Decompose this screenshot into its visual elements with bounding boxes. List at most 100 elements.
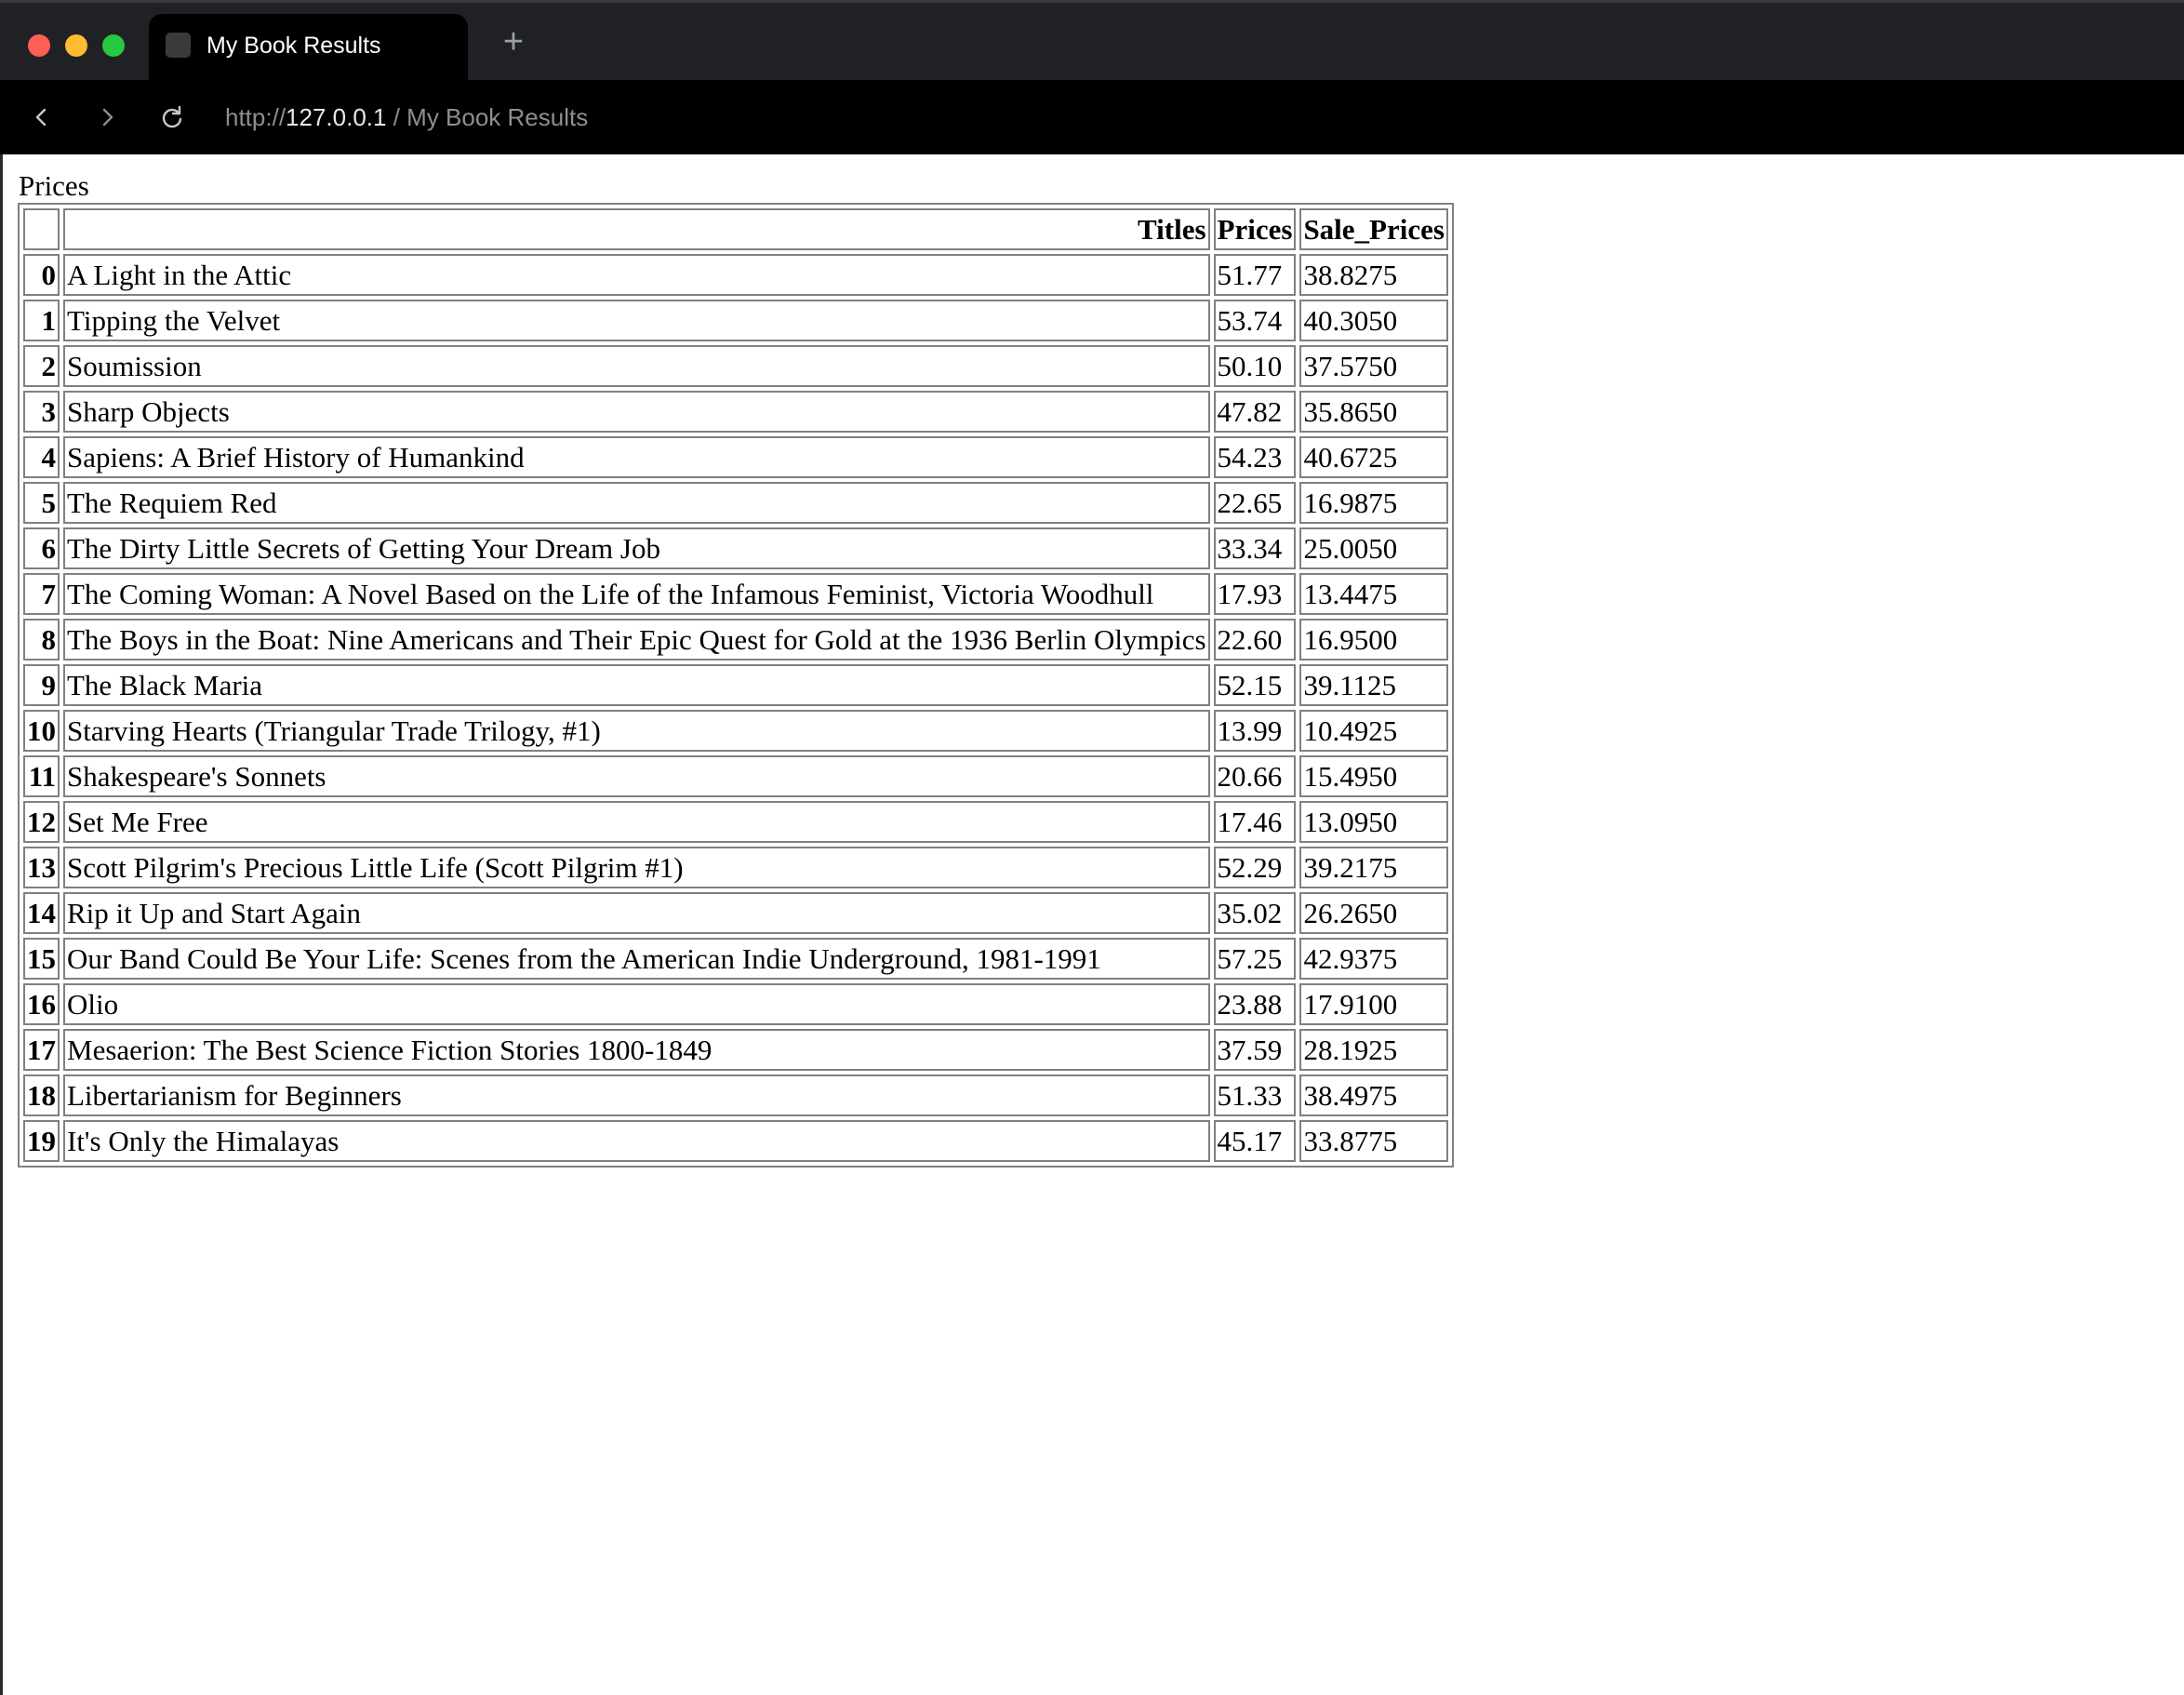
browser-toolbar: http://127.0.0.1 / My Book Results bbox=[0, 80, 2184, 154]
forward-button[interactable] bbox=[88, 99, 126, 136]
row-index: 19 bbox=[23, 1120, 60, 1162]
table-row: 14 Rip it Up and Start Again 35.02 26.2650 bbox=[23, 892, 1448, 934]
tab-bar: My Book Results + bbox=[0, 0, 2184, 83]
price-cell: 17.93 bbox=[1213, 573, 1297, 615]
sale-price-cell: 39.2175 bbox=[1299, 847, 1448, 888]
price-cell: 17.46 bbox=[1213, 801, 1297, 843]
reload-icon bbox=[162, 105, 182, 128]
row-index: 13 bbox=[23, 847, 60, 888]
table-row: 12 Set Me Free 17.46 13.0950 bbox=[23, 801, 1448, 843]
sale-price-cell: 16.9500 bbox=[1299, 619, 1448, 661]
price-cell: 52.29 bbox=[1213, 847, 1297, 888]
price-cell: 22.60 bbox=[1213, 619, 1297, 661]
table-row: 7 The Coming Woman: A Novel Based on the … bbox=[23, 573, 1448, 615]
titles-header: Titles bbox=[63, 208, 1210, 250]
back-button[interactable] bbox=[23, 99, 60, 136]
sale-price-cell: 13.4475 bbox=[1299, 573, 1448, 615]
title-cell: Our Band Could Be Your Life: Scenes from… bbox=[63, 938, 1210, 980]
table-row: 3 Sharp Objects 47.82 35.8650 bbox=[23, 391, 1448, 433]
window-edge bbox=[0, 154, 3, 1695]
price-cell: 57.25 bbox=[1213, 938, 1297, 980]
sale-price-cell: 39.1125 bbox=[1299, 664, 1448, 706]
title-cell: Tipping the Velvet bbox=[63, 300, 1210, 341]
address-bar[interactable]: http://127.0.0.1 / My Book Results bbox=[225, 100, 588, 134]
table-row: 15 Our Band Could Be Your Life: Scenes fr… bbox=[23, 938, 1448, 980]
page-content: Prices Titles Prices Sale_Prices 0A Ligh… bbox=[18, 167, 1454, 1168]
sale-price-cell: 28.1925 bbox=[1299, 1029, 1448, 1071]
row-index: 9 bbox=[23, 664, 60, 706]
sale-price-cell: 38.4975 bbox=[1299, 1074, 1448, 1116]
table-row: 16 Olio 23.88 17.9100 bbox=[23, 983, 1448, 1025]
table-row: 8 The Boys in the Boat: Nine Americans an… bbox=[23, 619, 1448, 661]
table-row: 18 Libertarianism for Beginners 51.33 38.49… bbox=[23, 1074, 1448, 1116]
table-body: 0A Light in the Attic 51.77 38.8275 1 Tippin… bbox=[23, 254, 1448, 1162]
reload-button[interactable] bbox=[153, 99, 191, 136]
row-index: 15 bbox=[23, 938, 60, 980]
sale-price-cell: 37.5750 bbox=[1299, 345, 1448, 387]
table-row: 1 Tipping the Velvet 53.74 40.3050 bbox=[23, 300, 1448, 341]
sale-price-cell: 13.0950 bbox=[1299, 801, 1448, 843]
new-tab-button[interactable]: + bbox=[499, 23, 528, 60]
sale-price-cell: 17.9100 bbox=[1299, 983, 1448, 1025]
back-icon bbox=[35, 108, 47, 127]
table-row: 4 Sapiens: A Brief History of Humankind 54… bbox=[23, 436, 1448, 478]
table-row: 5 The Requiem Red 22.65 16.9875 bbox=[23, 482, 1448, 524]
title-cell: It's Only the Himalayas bbox=[63, 1120, 1210, 1162]
price-cell: 37.59 bbox=[1213, 1029, 1297, 1071]
row-index: 0 bbox=[23, 254, 60, 296]
title-cell: Libertarianism for Beginners bbox=[63, 1074, 1210, 1116]
table-row: 9 The Black Maria 52.15 39.1125 bbox=[23, 664, 1448, 706]
row-index: 14 bbox=[23, 892, 60, 934]
url-scheme: http:// bbox=[225, 103, 286, 131]
price-cell: 51.33 bbox=[1213, 1074, 1297, 1116]
url-host: 127.0.0.1 bbox=[286, 103, 387, 131]
forward-icon bbox=[102, 108, 113, 127]
price-cell: 54.23 bbox=[1213, 436, 1297, 478]
price-cell: 50.10 bbox=[1213, 345, 1297, 387]
row-index: 2 bbox=[23, 345, 60, 387]
price-cell: 35.02 bbox=[1213, 892, 1297, 934]
row-index: 18 bbox=[23, 1074, 60, 1116]
price-cell: 47.82 bbox=[1213, 391, 1297, 433]
url-separator: / bbox=[386, 103, 407, 131]
title-cell: Olio bbox=[63, 983, 1210, 1025]
favicon-icon bbox=[166, 33, 191, 58]
title-cell: The Requiem Red bbox=[63, 482, 1210, 524]
sale-price-cell: 40.3050 bbox=[1299, 300, 1448, 341]
sale-price-cell: 26.2650 bbox=[1299, 892, 1448, 934]
row-index: 6 bbox=[23, 527, 60, 569]
title-cell: A Light in the Attic bbox=[63, 254, 1210, 296]
price-cell: 23.88 bbox=[1213, 983, 1297, 1025]
row-index: 3 bbox=[23, 391, 60, 433]
title-cell: The Coming Woman: A Novel Based on the L… bbox=[63, 573, 1210, 615]
table-row: 2 Soumission 50.10 37.5750 bbox=[23, 345, 1448, 387]
table-row: 19 It's Only the Himalayas 45.17 33.8775 bbox=[23, 1120, 1448, 1162]
sale-price-cell: 33.8775 bbox=[1299, 1120, 1448, 1162]
sale-price-cell: 35.8650 bbox=[1299, 391, 1448, 433]
sale-price-cell: 10.4925 bbox=[1299, 710, 1448, 752]
title-cell: Sapiens: A Brief History of Humankind bbox=[63, 436, 1210, 478]
price-cell: 45.17 bbox=[1213, 1120, 1297, 1162]
row-index: 10 bbox=[23, 710, 60, 752]
page-caption: Prices bbox=[19, 169, 89, 202]
prices-header: Prices bbox=[1213, 208, 1297, 250]
row-index: 16 bbox=[23, 983, 60, 1025]
close-window-button[interactable] bbox=[28, 34, 50, 57]
title-cell: Sharp Objects bbox=[63, 391, 1210, 433]
price-cell: 51.77 bbox=[1213, 254, 1297, 296]
prices-table: Titles Prices Sale_Prices 0A Light in th… bbox=[18, 203, 1454, 1168]
maximize-window-button[interactable] bbox=[102, 34, 125, 57]
sale-price-cell: 16.9875 bbox=[1299, 482, 1448, 524]
price-cell: 22.65 bbox=[1213, 482, 1297, 524]
sale-price-cell: 42.9375 bbox=[1299, 938, 1448, 980]
sale-price-cell: 15.4950 bbox=[1299, 755, 1448, 797]
table-row: 6 The Dirty Little Secrets of Getting You… bbox=[23, 527, 1448, 569]
row-index: 11 bbox=[23, 755, 60, 797]
title-cell: The Black Maria bbox=[63, 664, 1210, 706]
title-cell: The Dirty Little Secrets of Getting Your… bbox=[63, 527, 1210, 569]
table-header-row: Titles Prices Sale_Prices bbox=[23, 208, 1448, 250]
title-cell: Shakespeare's Sonnets bbox=[63, 755, 1210, 797]
minimize-window-button[interactable] bbox=[65, 34, 87, 57]
title-cell: Rip it Up and Start Again bbox=[63, 892, 1210, 934]
tab-my-book-results[interactable]: My Book Results bbox=[149, 14, 468, 83]
